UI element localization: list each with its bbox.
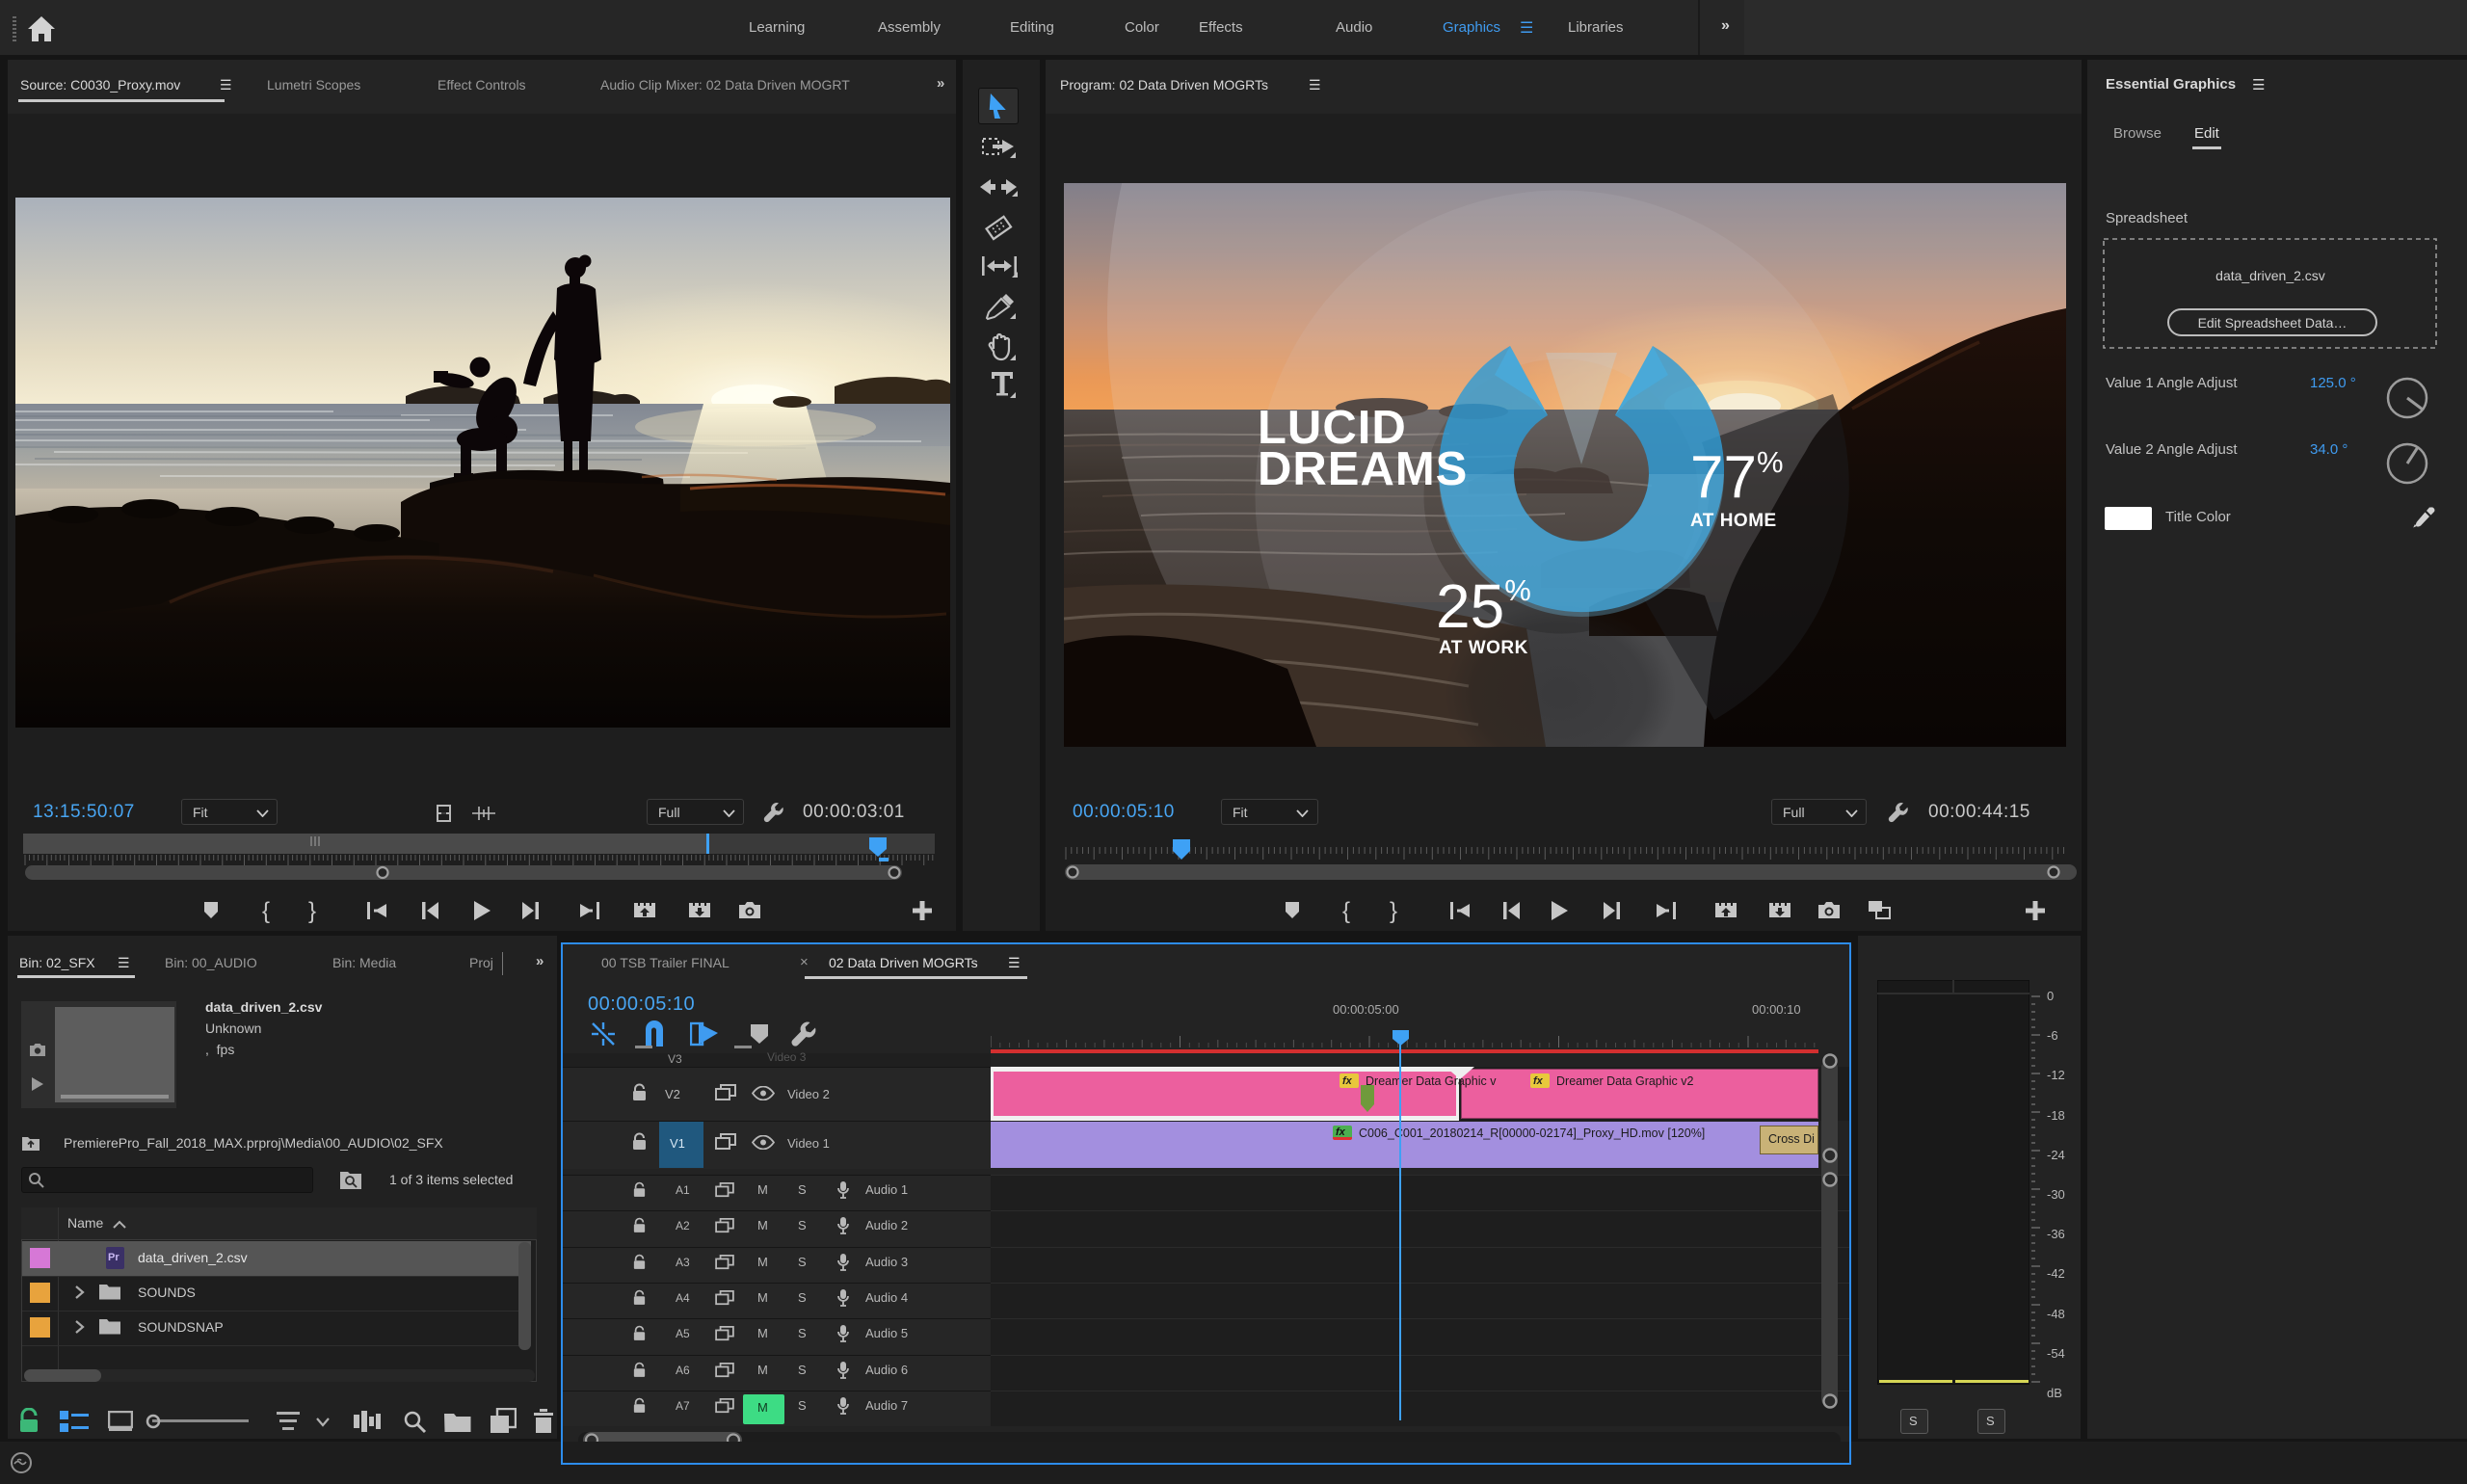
svg-text:DREAMS: DREAMS: [1258, 443, 1468, 495]
svg-text:{: {: [262, 898, 270, 923]
svg-text:{: {: [1342, 898, 1350, 923]
svg-text:AT WORK: AT WORK: [1439, 638, 1528, 658]
svg-text:}: }: [308, 898, 316, 923]
svg-text:}: }: [1390, 898, 1397, 923]
svg-text:AT HOME: AT HOME: [1690, 511, 1777, 531]
